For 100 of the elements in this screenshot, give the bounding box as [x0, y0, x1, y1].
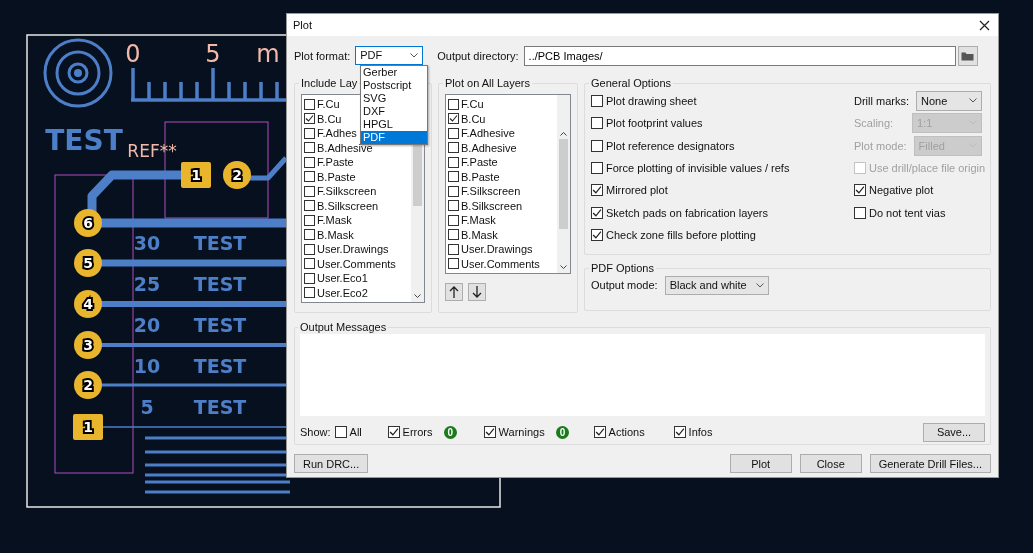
layer-label: User.Drawings: [461, 243, 533, 256]
caret-icon: [969, 98, 977, 104]
save-button[interactable]: Save...: [923, 422, 985, 442]
checkbox[interactable]: [591, 117, 603, 130]
row-label-text: TEST: [193, 232, 247, 254]
checkbox[interactable]: [448, 127, 459, 139]
scrollbar[interactable]: [557, 95, 570, 273]
checkbox[interactable]: [304, 214, 315, 226]
format-option[interactable]: SVG: [361, 92, 427, 105]
checkbox[interactable]: [591, 206, 603, 219]
checkbox[interactable]: [854, 206, 866, 219]
row-value-text: 5: [140, 396, 154, 418]
filter-label: Warnings: [498, 426, 545, 438]
checkbox[interactable]: [448, 200, 459, 212]
checkbox[interactable]: [854, 184, 866, 197]
pad-number: 4: [83, 296, 93, 312]
checkbox[interactable]: [304, 98, 315, 110]
move-down-button[interactable]: [468, 283, 486, 301]
layer-label: B.Silkscreen: [317, 199, 379, 212]
checkbox[interactable]: [304, 142, 315, 154]
run-drc-button[interactable]: Run DRC...: [294, 454, 369, 473]
down-arrow-icon: [472, 286, 482, 298]
layer-label: B.Cu: [461, 112, 486, 125]
window-title: Plot: [293, 19, 312, 31]
checkbox[interactable]: [304, 171, 315, 183]
format-option[interactable]: Postscript: [361, 79, 427, 92]
checkbox[interactable]: [593, 426, 606, 438]
checkbox[interactable]: [448, 98, 459, 110]
row-value-text: 30: [133, 232, 161, 254]
output-directory-field[interactable]: ../PCB Images/: [523, 45, 956, 66]
checkbox[interactable]: [304, 127, 315, 139]
layer-label: B.Mask: [317, 228, 354, 241]
layer-label: F.Paste: [461, 156, 498, 169]
checkbox[interactable]: [448, 229, 459, 241]
format-option[interactable]: PDF: [361, 131, 427, 144]
checkbox[interactable]: [448, 156, 459, 168]
checkbox[interactable]: [448, 214, 459, 226]
checkbox[interactable]: [448, 243, 459, 255]
checkbox[interactable]: [591, 184, 603, 197]
output-mode-select[interactable]: Black and white: [664, 275, 769, 295]
row-value-text: 10: [133, 355, 161, 377]
checkbox[interactable]: [304, 156, 315, 168]
logo-text: TEST: [45, 124, 123, 157]
plot-format-select[interactable]: PDF: [355, 46, 424, 65]
checkbox[interactable]: [448, 142, 459, 154]
pad-number: 5: [83, 255, 93, 271]
ruler-label: 0: [125, 40, 141, 68]
option-label: Negative plot: [869, 184, 934, 197]
dialog-button[interactable]: Close: [799, 454, 862, 473]
checkbox[interactable]: [448, 113, 459, 125]
dialog-button[interactable]: Plot: [729, 454, 792, 473]
checkbox[interactable]: [591, 228, 603, 241]
layer-label: User.Eco1: [317, 272, 368, 285]
checkbox[interactable]: [304, 243, 315, 255]
folder-icon: [961, 50, 975, 61]
checkbox[interactable]: [304, 258, 315, 270]
checkbox[interactable]: [591, 95, 603, 108]
concentric-circles-drawing: [43, 38, 113, 108]
caret-icon: [755, 282, 764, 288]
checkbox[interactable]: [304, 113, 315, 125]
checkbox[interactable]: [448, 185, 459, 197]
checkbox[interactable]: [334, 426, 347, 438]
checkbox[interactable]: [448, 171, 459, 183]
group-title: Output Messages: [299, 321, 388, 333]
checkbox[interactable]: [387, 426, 400, 438]
dialog-button[interactable]: Generate Drill Files...: [869, 454, 991, 473]
checkbox[interactable]: [304, 229, 315, 241]
filter-label: Infos: [688, 426, 713, 438]
count-badge: 0: [443, 425, 458, 439]
checkbox[interactable]: [304, 200, 315, 212]
setting-label: Plot mode:: [854, 139, 907, 152]
reference-text: REF**: [127, 141, 177, 161]
browse-button[interactable]: [957, 45, 978, 66]
close-icon[interactable]: [979, 19, 990, 31]
layer-label: B.Silkscreen: [461, 199, 523, 212]
group-title: General Options: [590, 77, 673, 89]
format-option[interactable]: DXF: [361, 105, 427, 118]
layer-label: F.Cu: [317, 98, 340, 111]
setting-select[interactable]: None: [916, 91, 982, 112]
checkbox[interactable]: [304, 185, 315, 197]
format-option[interactable]: Gerber: [361, 66, 427, 79]
row-value-text: 25: [133, 273, 161, 295]
checkbox[interactable]: [448, 258, 459, 270]
checkbox[interactable]: [591, 139, 603, 152]
layer-label: F.Paste: [317, 156, 354, 169]
plot-format-label: Plot format:: [294, 49, 351, 62]
option-label: Sketch pads on fabrication layers: [606, 206, 769, 219]
checkbox[interactable]: [483, 426, 496, 438]
checkbox[interactable]: [304, 287, 315, 299]
checkbox[interactable]: [304, 272, 315, 284]
checkbox[interactable]: [673, 426, 686, 438]
layer-label: B.Adhesive: [461, 141, 517, 154]
pad-number: 2: [83, 377, 93, 393]
format-option[interactable]: HPGL: [361, 118, 427, 131]
pad-number: 6: [83, 215, 93, 231]
move-up-button[interactable]: [445, 283, 463, 301]
group-title: PDF Options: [590, 262, 655, 274]
layer-label: B.Adhesive: [317, 141, 373, 154]
checkbox[interactable]: [591, 162, 603, 175]
show-label: Show:: [300, 426, 331, 438]
